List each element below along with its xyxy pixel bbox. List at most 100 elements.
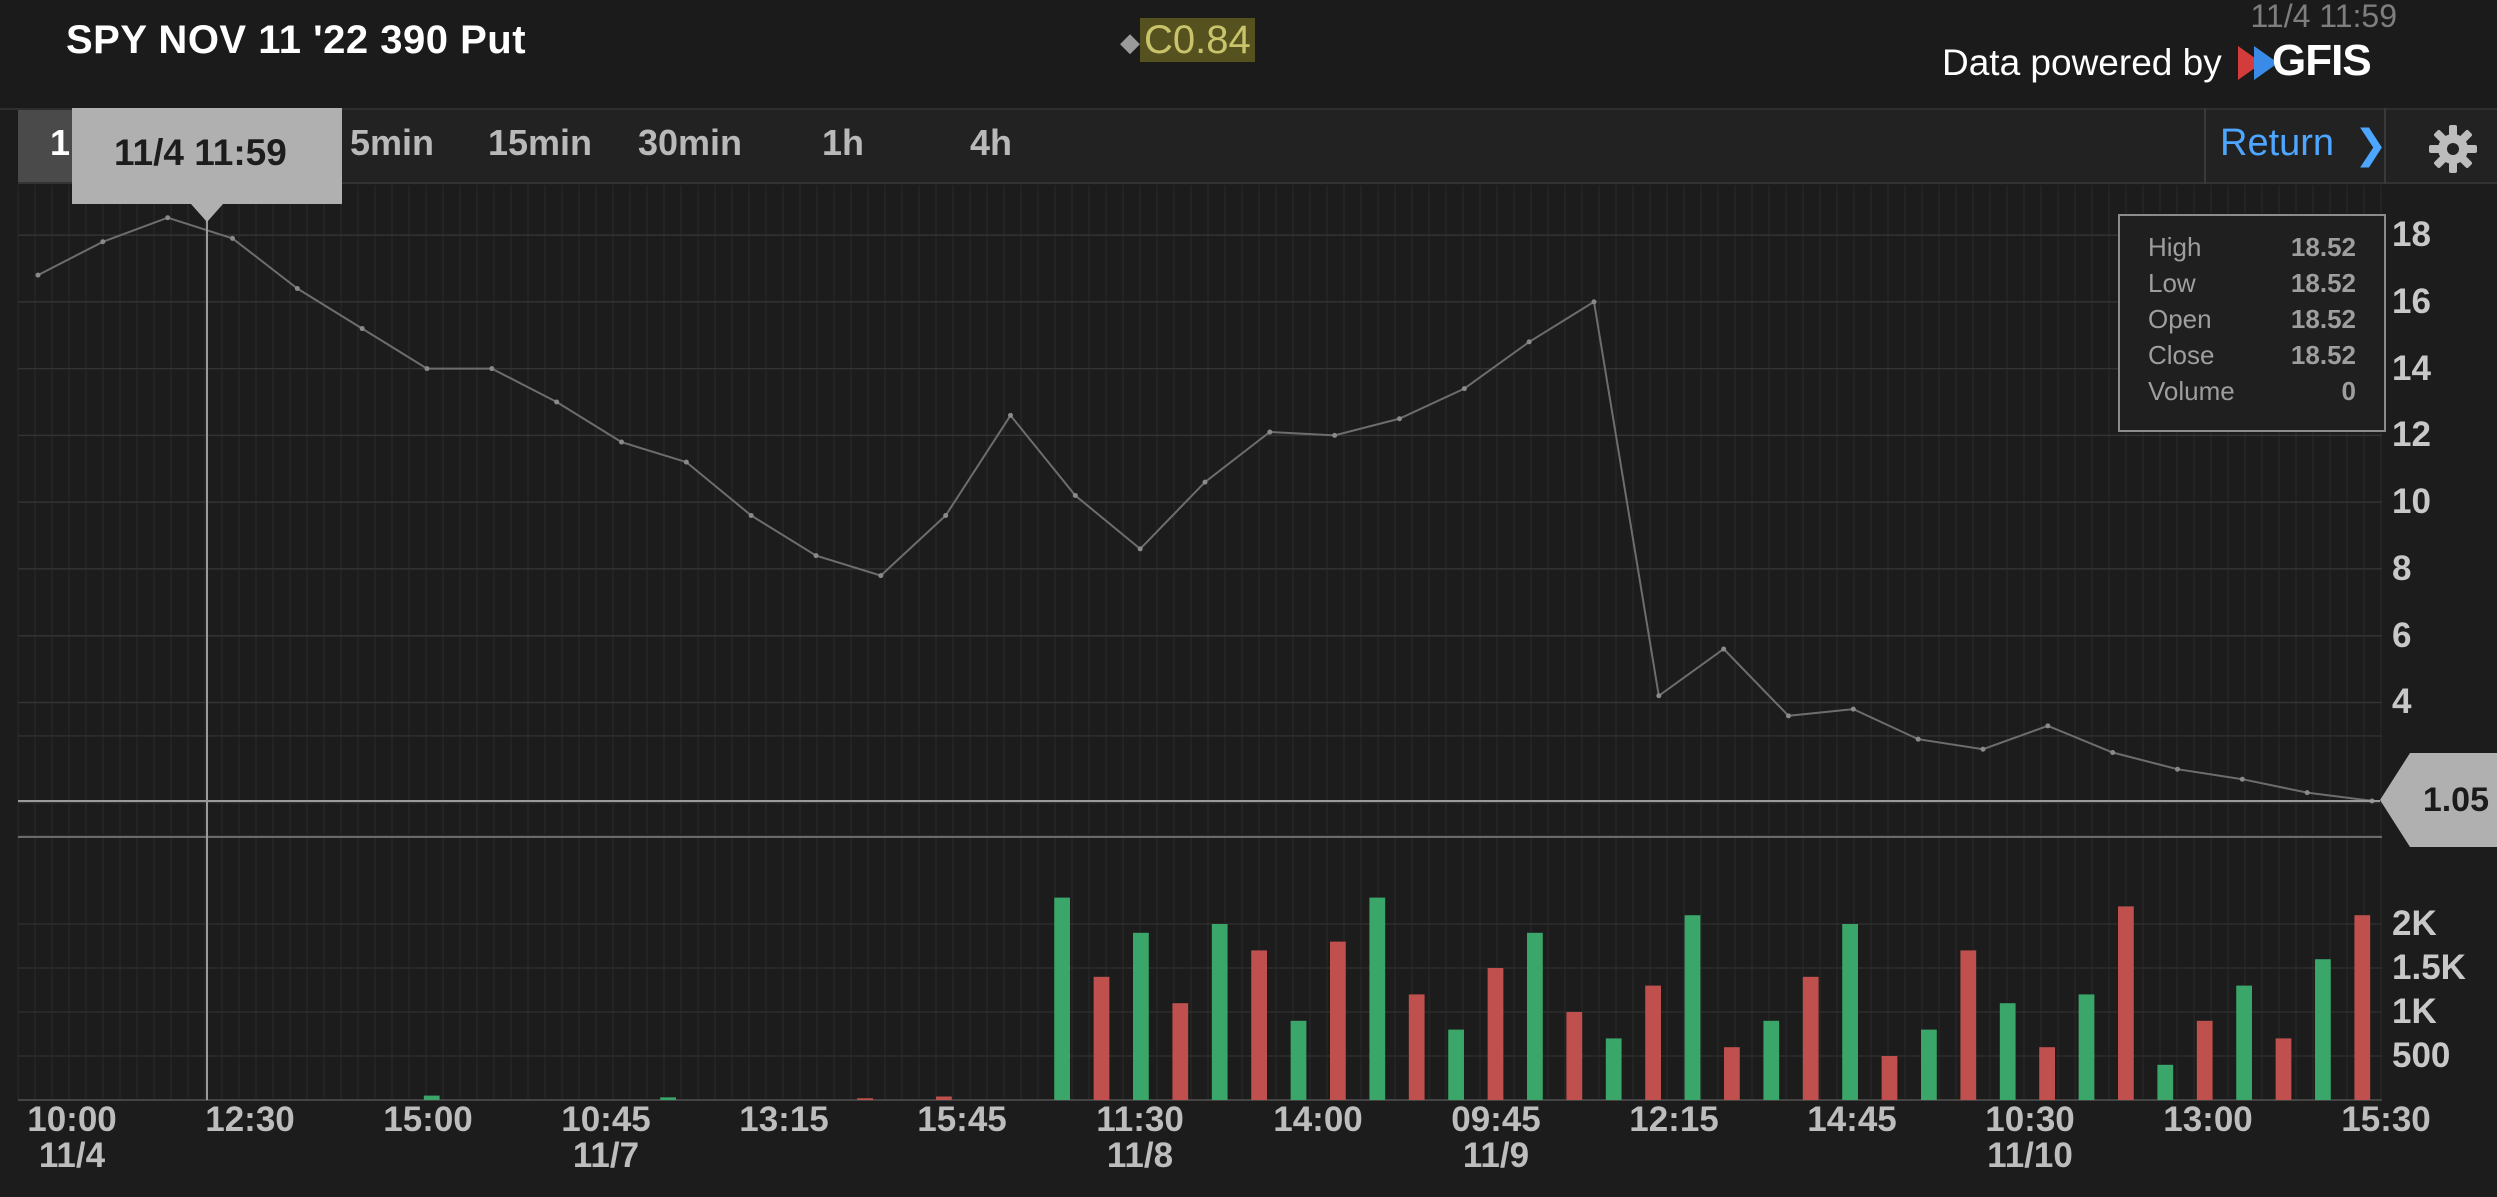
volume-bar — [2118, 906, 2134, 1100]
volume-bar — [857, 1098, 873, 1100]
crosshair-time-tooltip: 11/4 11:59 — [72, 108, 342, 204]
price-chart[interactable] — [0, 0, 2497, 1197]
ohlc-value-volume: 0 — [2341, 376, 2356, 406]
volume-bar — [1842, 924, 1858, 1100]
volume-tick-label: 1K — [2392, 992, 2437, 1031]
price-point — [1267, 429, 1273, 435]
volume-bar — [1763, 1020, 1780, 1100]
time-tick-label: 09:45 — [1451, 1100, 1541, 1139]
price-point — [2110, 750, 2116, 756]
price-point — [748, 513, 754, 519]
price-point — [878, 573, 884, 579]
volume-bar — [1369, 897, 1386, 1100]
ohlc-value-close: 18.52 — [2290, 340, 2356, 370]
price-point — [1526, 339, 1532, 345]
date-tick-label: 11/9 — [1462, 1136, 1530, 1175]
price-point — [2239, 776, 2245, 782]
volume-bar — [2039, 1047, 2055, 1100]
volume-bar — [1527, 932, 1543, 1100]
volume-bar — [2275, 1038, 2292, 1100]
ohlc-label-open: Open — [2148, 304, 2212, 334]
price-point — [943, 513, 949, 519]
volume-tick-label: 500 — [2392, 1036, 2451, 1075]
ohlc-label-low: Low — [2148, 268, 2196, 298]
volume-bar — [1172, 1003, 1189, 1100]
price-point — [294, 285, 300, 291]
price-point — [2175, 766, 2180, 772]
time-tick-label: 15:00 — [383, 1100, 473, 1139]
volume-bar — [2196, 1020, 2213, 1100]
price-tick-label: 18 — [2392, 215, 2431, 255]
price-tick-label: 10 — [2392, 482, 2431, 522]
date-tick-label: 11/8 — [1106, 1136, 1174, 1175]
price-point — [1591, 299, 1597, 305]
last-price-tag: 1.05 — [2380, 753, 2497, 847]
price-point — [813, 553, 819, 559]
price-point — [1137, 546, 1143, 552]
price-point — [1786, 713, 1791, 719]
time-tick-label: 10:45 — [561, 1100, 651, 1139]
time-tick-label: 10:00 — [27, 1100, 117, 1139]
time-tick-label: 10:30 — [1985, 1100, 2075, 1139]
date-tick-label: 11/4 — [38, 1136, 106, 1175]
price-point — [2304, 790, 2310, 796]
price-series-line — [37, 216, 2373, 802]
last-price-label: 1.05 — [2422, 781, 2489, 819]
ohlc-legend: High 18.52 Low 18.52 Open 18.52 Close 18… — [2118, 214, 2386, 432]
price-point — [1202, 479, 1208, 485]
volume-bar — [2354, 915, 2371, 1100]
price-point — [1332, 432, 1338, 438]
price-point — [1072, 492, 1078, 498]
volume-bar — [1960, 950, 1977, 1100]
price-point — [1915, 736, 1921, 742]
volume-bar — [1408, 994, 1425, 1100]
price-point — [554, 399, 560, 405]
volume-bar — [1487, 968, 1504, 1100]
time-tick-label: 14:00 — [1273, 1100, 1363, 1139]
volume-bar — [1999, 1003, 2016, 1100]
volume-bar — [1921, 1029, 1937, 1100]
price-point — [489, 366, 495, 372]
price-point — [424, 366, 430, 372]
volume-bar — [1133, 932, 1149, 1100]
price-point — [230, 235, 235, 241]
ohlc-label-close: Close — [2148, 340, 2215, 370]
volume-bar — [1724, 1047, 1740, 1100]
price-tick-label: 14 — [2392, 348, 2431, 388]
date-tick-label: 11/7 — [572, 1136, 640, 1175]
volume-bar — [1054, 897, 1070, 1100]
time-tick-label: 12:15 — [1629, 1100, 1719, 1139]
time-tick-label: 15:30 — [2341, 1100, 2431, 1139]
price-tick-label: 16 — [2392, 281, 2431, 321]
price-point — [619, 439, 624, 445]
time-tick-label: 13:00 — [2163, 1100, 2253, 1139]
volume-bar — [1251, 950, 1267, 1100]
volume-tick-label: 2K — [2392, 904, 2437, 943]
volume-bar — [1330, 941, 1346, 1100]
volume-bar — [1093, 976, 1110, 1100]
time-tick-label: 14:45 — [1807, 1100, 1897, 1139]
volume-tick-label: 1.5K — [2392, 948, 2466, 987]
volume-bar — [1211, 924, 1228, 1100]
price-point — [100, 239, 106, 245]
ohlc-value-high: 18.52 — [2290, 232, 2356, 262]
volume-bar — [1448, 1029, 1464, 1100]
price-point — [35, 272, 41, 278]
date-tick-label: 11/10 — [1987, 1136, 2073, 1175]
time-tick-label: 13:15 — [739, 1100, 829, 1139]
price-point — [1850, 706, 1856, 712]
volume-bar — [2078, 994, 2095, 1100]
volume-bar — [1605, 1038, 1622, 1100]
price-point — [165, 215, 171, 221]
time-tick-label: 11:30 — [1096, 1100, 1184, 1139]
price-tick-label: 6 — [2392, 615, 2412, 655]
volume-bar — [1881, 1056, 1898, 1100]
price-tick-label: 12 — [2392, 415, 2431, 455]
ohlc-label-volume: Volume — [2148, 376, 2235, 406]
volume-bar — [1290, 1020, 1307, 1100]
volume-bar — [2236, 985, 2252, 1100]
price-point — [1980, 746, 1986, 752]
crosshair-time-label: 11/4 11:59 — [114, 132, 287, 173]
price-point — [359, 326, 365, 332]
ohlc-value-low: 18.52 — [2290, 268, 2356, 298]
